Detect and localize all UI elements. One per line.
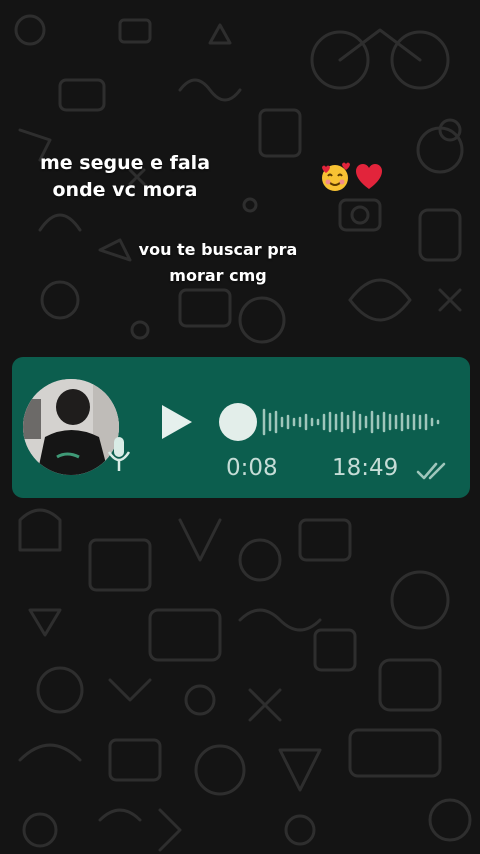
smiling-face-with-hearts-icon xyxy=(322,162,350,191)
double-check-icon xyxy=(416,462,446,480)
caption-line-2: onde vc mora xyxy=(52,179,198,201)
caption-line-1: me segue e fala xyxy=(39,152,211,174)
story-caption-middle: vou te buscar pra morar cmg xyxy=(118,237,318,289)
voice-duration: 0:08 xyxy=(226,455,278,481)
avatar-photo xyxy=(23,379,119,475)
story-caption-top: me segue e fala onde vc mora xyxy=(20,150,230,204)
voice-message-bubble: 0:08 18:49 xyxy=(12,357,470,498)
caption-line-3: vou te buscar pra xyxy=(138,240,298,259)
red-heart-icon xyxy=(356,164,382,189)
caption-line-4: morar cmg xyxy=(169,266,267,285)
voice-waveform[interactable] xyxy=(218,397,448,447)
emoji-sticker xyxy=(318,160,384,194)
avatar xyxy=(23,379,119,475)
message-time: 18:49 xyxy=(332,455,399,481)
microphone-icon xyxy=(107,437,131,471)
playback-scrubber[interactable] xyxy=(219,403,257,441)
play-icon[interactable] xyxy=(158,402,196,442)
